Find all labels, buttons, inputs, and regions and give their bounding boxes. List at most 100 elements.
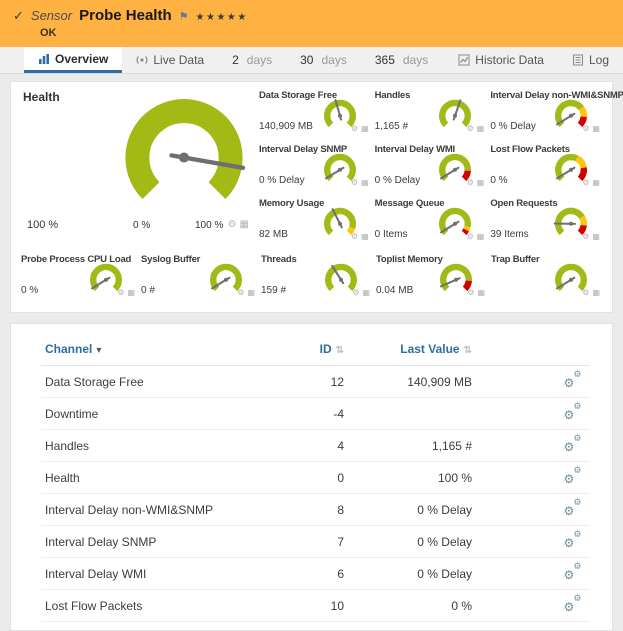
edit-channel-icon[interactable]: ⚙⚙ [564, 597, 583, 611]
gauge-title: Threads [261, 254, 297, 265]
tab-historic-data[interactable]: Historic Data [444, 47, 558, 73]
gauge-title: Handles [375, 90, 411, 101]
gauge-value: 39 Items [490, 229, 528, 240]
channel-name: Handles [41, 430, 286, 462]
edit-channel-icon[interactable]: ⚙⚙ [564, 373, 583, 387]
channel-last-value [348, 398, 476, 430]
tab-log[interactable]: Log [558, 47, 623, 73]
channel-id: 6 [286, 558, 348, 590]
gear-icon[interactable]: ⚙ [351, 178, 358, 187]
health-scale-min: 0 % [133, 220, 150, 231]
gear-icon[interactable]: ⚙ [237, 288, 244, 297]
channel-details-icon[interactable]: ▦ [247, 288, 255, 297]
tile-icons: ⚙▦ [582, 232, 600, 241]
flag-icon[interactable]: ⚑ [179, 10, 189, 23]
channel-details-icon[interactable]: ▦ [361, 232, 369, 241]
sensor-type-label: Sensor [31, 8, 72, 23]
channel-id: 8 [286, 494, 348, 526]
channel-details-icon[interactable]: ▦ [477, 288, 485, 297]
channel-id: 0 [286, 462, 348, 494]
gear-small-icon: ⚙ [573, 465, 581, 476]
channels-panel: Channel▾ID⇅ Last Value ⇅ Data Storage Free… [10, 323, 613, 631]
gear-icon[interactable]: ⚙ [351, 232, 358, 241]
page: ✓ Sensor Probe Health ⚑ ★★★★★ OK Overvie… [0, 0, 623, 631]
edit-channel-icon[interactable]: ⚙⚙ [564, 533, 583, 547]
gauge-value: 82 MB [259, 229, 288, 240]
channel-details-icon[interactable]: ▦ [592, 232, 600, 241]
sort-toggle-icon[interactable]: ⇅ [464, 345, 472, 356]
gear-icon[interactable]: ⚙ [467, 232, 474, 241]
channel-details-icon[interactable]: ▦ [592, 124, 600, 133]
health-value: 100 % [27, 219, 58, 231]
table-row[interactable]: Interval Delay non-WMI&SNMP80 % Delay⚙⚙ [41, 494, 590, 526]
edit-channel-icon[interactable]: ⚙⚙ [564, 501, 583, 515]
gear-icon[interactable]: ⚙ [582, 288, 589, 297]
tab-bar: OverviewLive Data2days30days365daysHisto… [0, 47, 623, 74]
channel-name: Data Storage Free [41, 366, 286, 398]
channel-details-icon[interactable]: ▦ [362, 288, 370, 297]
edit-channel-icon[interactable]: ⚙⚙ [564, 437, 583, 451]
channel-details-icon[interactable]: ▦ [477, 232, 485, 241]
edit-channel-icon[interactable]: ⚙⚙ [564, 405, 583, 419]
gear-icon[interactable]: ⚙ [467, 288, 474, 297]
table-row[interactable]: Data Storage Free12140,909 MB⚙⚙ [41, 366, 590, 398]
channel-details-icon[interactable]: ▦ [592, 288, 600, 297]
gauge-tile-threads: Threads159 #⚙▦ [259, 252, 374, 306]
overview-icon [38, 53, 50, 65]
gauge-title: Toplist Memory [376, 254, 443, 265]
tile-icons: ⚙▦ [352, 288, 370, 297]
gear-icon[interactable]: ⚙ [582, 124, 589, 133]
table-row[interactable]: Handles41,165 #⚙⚙ [41, 430, 590, 462]
channel-details-icon[interactable]: ▦ [361, 124, 369, 133]
edit-channel-icon[interactable]: ⚙⚙ [564, 565, 583, 579]
tab-2-days[interactable]: 2days [218, 47, 286, 73]
gauge-tile-open-requests: Open Requests39 Items⚙▦ [488, 196, 604, 250]
tile-icons: ⚙▦ [582, 288, 600, 297]
column-header-channel[interactable]: Channel▾ [41, 338, 286, 366]
tab-365-days[interactable]: 365days [361, 47, 442, 73]
channel-name: Interval Delay SNMP [41, 526, 286, 558]
table-row[interactable]: Health0100 %⚙⚙ [41, 462, 590, 494]
column-header-last-value[interactable]: Last Value ⇅ [348, 338, 476, 366]
sort-toggle-icon[interactable]: ⇅ [336, 345, 344, 356]
channel-id: 7 [286, 526, 348, 558]
table-row[interactable]: Downtime-4⚙⚙ [41, 398, 590, 430]
gauge-tile-interval-delay-non-wmi-snmp: Interval Delay non-WMI&SNMP0 % Delay⚙▦ [488, 88, 604, 142]
tile-icons: ⚙▦ [117, 288, 135, 297]
table-row[interactable]: Interval Delay WMI60 % Delay⚙⚙ [41, 558, 590, 590]
sort-desc-icon[interactable]: ▾ [96, 345, 101, 356]
edit-channel-icon[interactable]: ⚙⚙ [564, 469, 583, 483]
status-badge: OK [40, 27, 611, 39]
channel-name: Health [41, 462, 286, 494]
channel-details-icon[interactable]: ▦ [477, 124, 485, 133]
gear-icon[interactable]: ⚙ [352, 288, 359, 297]
priority-stars[interactable]: ★★★★★ [196, 12, 248, 23]
gear-icon[interactable]: ⚙ [582, 232, 589, 241]
gear-icon[interactable]: ⚙ [351, 124, 358, 133]
channel-details-icon[interactable]: ▦ [127, 288, 135, 297]
column-label: Last Value [400, 342, 459, 356]
channel-last-value: 0 % [348, 590, 476, 622]
tab-live-data[interactable]: Live Data [122, 47, 218, 73]
table-row[interactable]: Interval Delay SNMP70 % Delay ⚙⚙ [41, 526, 590, 558]
channel-name: Interval Delay WMI [41, 558, 286, 590]
channel-last-value: 0 % Delay [348, 526, 476, 558]
gear-icon[interactable]: ⚙ [467, 124, 474, 133]
gauge-tile-message-queue: Message Queue0 Items⚙▦ [373, 196, 489, 250]
gear-icon[interactable]: ⚙ [117, 288, 124, 297]
channel-details-icon[interactable]: ▦ [240, 219, 249, 230]
channel-details-icon[interactable]: ▦ [592, 178, 600, 187]
column-header-id[interactable]: ID⇅ [286, 338, 348, 366]
gear-icon[interactable]: ⚙ [467, 178, 474, 187]
tab-overview[interactable]: Overview [24, 47, 122, 73]
gear-icon[interactable]: ⚙ [228, 219, 237, 230]
channel-id: 4 [286, 430, 348, 462]
health-gauge-tile: Health 100 % 0 % 100 % ⚙▦ [19, 88, 257, 252]
channel-details-icon[interactable]: ▦ [361, 178, 369, 187]
health-gauge [121, 92, 247, 218]
page-title: Probe Health [79, 7, 172, 24]
channel-details-icon[interactable]: ▦ [477, 178, 485, 187]
gear-icon[interactable]: ⚙ [582, 178, 589, 187]
tab-30-days[interactable]: 30days [286, 47, 361, 73]
table-row[interactable]: Lost Flow Packets100 %⚙⚙ [41, 590, 590, 622]
